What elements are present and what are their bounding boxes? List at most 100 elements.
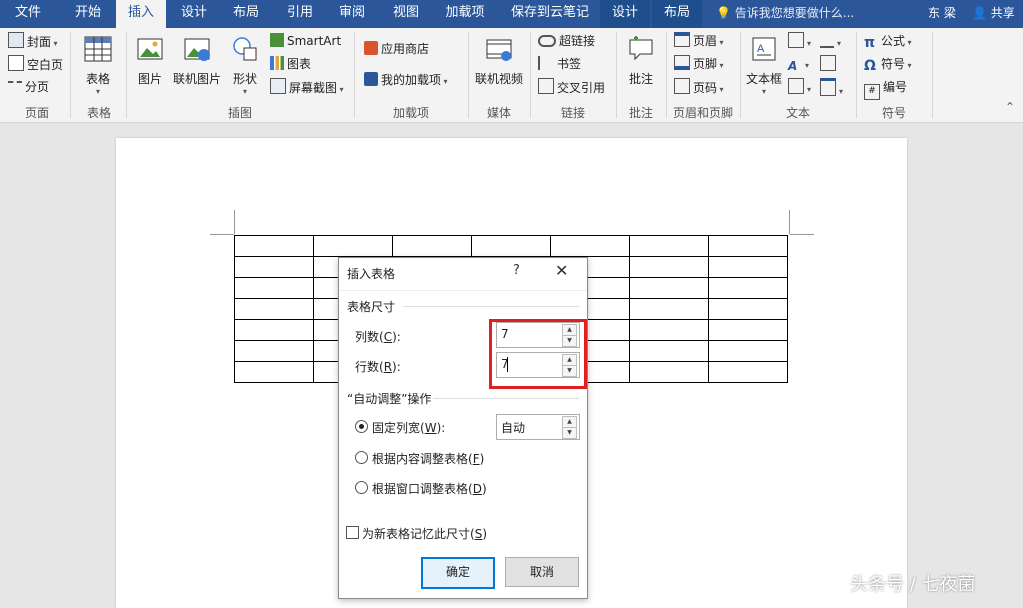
table-cell[interactable] xyxy=(629,319,709,341)
screenshot-button[interactable]: 屏幕截图 ▾ xyxy=(270,78,344,96)
tab-references[interactable]: 引用 xyxy=(276,0,324,28)
cross-reference-icon xyxy=(538,78,554,94)
tab-design[interactable]: 设计 xyxy=(170,0,218,28)
table-cell[interactable] xyxy=(234,319,314,341)
picture-button[interactable]: 图片 xyxy=(132,34,168,87)
table-cell[interactable] xyxy=(708,340,788,362)
cover-icon xyxy=(8,32,24,48)
date-time-button[interactable] xyxy=(820,55,839,73)
remember-size-checkbox[interactable] xyxy=(346,526,359,539)
header-button[interactable]: 页眉 ▾ xyxy=(674,32,724,50)
wordart-button[interactable]: A ▾ xyxy=(788,55,809,73)
fixed-width-value[interactable]: 自动 xyxy=(501,419,525,436)
close-icon[interactable]: ✕ xyxy=(555,261,568,280)
cancel-button[interactable]: 取消 xyxy=(505,557,579,587)
table-cell[interactable] xyxy=(234,277,314,299)
object-icon xyxy=(820,78,836,96)
table-cell[interactable] xyxy=(234,340,314,362)
smartart-button[interactable]: SmartArt xyxy=(270,32,341,50)
chart-button[interactable]: 图表 xyxy=(270,55,311,73)
online-video-button[interactable]: 联机视频 xyxy=(472,34,526,87)
insert-table-dialog: 插入表格 ? ✕ 表格尺寸 列数(C): 7 ▲ ▼ 行数(R): 7 ▲ ▼ … xyxy=(338,257,588,599)
share-button[interactable]: 👤 共享 xyxy=(972,0,1015,28)
my-addins-button[interactable]: 我的加载项 ▾ xyxy=(364,71,448,89)
object-button[interactable]: ▾ xyxy=(820,78,843,96)
table-row xyxy=(234,235,788,257)
bookmark-button[interactable]: 书签 xyxy=(538,55,581,73)
watermark: 头条号 / 七夜菌 xyxy=(850,574,976,595)
table-cell[interactable] xyxy=(234,256,314,278)
table-cell[interactable] xyxy=(629,256,709,278)
table-cell[interactable] xyxy=(234,361,314,383)
table-cell[interactable] xyxy=(708,298,788,320)
table-cell[interactable] xyxy=(708,235,788,257)
table-cell[interactable] xyxy=(708,319,788,341)
table-cell[interactable] xyxy=(471,235,551,257)
table-cell[interactable] xyxy=(629,340,709,362)
textbox-button[interactable]: A 文本框 ▾ xyxy=(744,34,784,96)
signature-line-button[interactable]: ▾ xyxy=(820,32,841,50)
table-size-section: 表格尺寸 xyxy=(347,300,396,314)
hyperlink-button[interactable]: 超链接 xyxy=(538,32,595,50)
tab-file[interactable]: 文件 xyxy=(0,0,56,28)
tab-layout[interactable]: 布局 xyxy=(222,0,270,28)
page-number-button[interactable]: 页码 ▾ xyxy=(674,78,724,96)
online-picture-button[interactable]: 联机图片 xyxy=(170,34,224,87)
shapes-button[interactable]: 形状 ▾ xyxy=(226,34,264,96)
group-divider xyxy=(740,32,741,118)
lightbulb-icon: 💡 xyxy=(716,6,731,20)
table-cell[interactable] xyxy=(708,277,788,299)
equation-button[interactable]: π 公式 ▾ xyxy=(864,32,912,51)
fixed-width-down-icon[interactable]: ▼ xyxy=(562,427,577,439)
collapse-ribbon-icon[interactable]: ⌃ xyxy=(1005,98,1015,116)
table-cell[interactable] xyxy=(550,235,630,257)
group-divider xyxy=(468,32,469,118)
video-icon xyxy=(486,39,512,61)
table-cell[interactable] xyxy=(234,235,314,257)
table-cell[interactable] xyxy=(629,235,709,257)
tab-addins[interactable]: 加载项 xyxy=(438,0,492,28)
drop-cap-button[interactable]: ▾ xyxy=(788,78,811,96)
drop-cap-icon xyxy=(788,78,804,94)
group-label-symbols: 符号 xyxy=(881,106,906,120)
table-cell[interactable] xyxy=(392,235,472,257)
table-button[interactable]: 表格 ▾ xyxy=(76,34,120,96)
group-label-comments: 批注 xyxy=(628,106,653,120)
store-button[interactable]: 应用商店 xyxy=(364,40,429,58)
tab-review[interactable]: 审阅 xyxy=(328,0,376,28)
table-cell[interactable] xyxy=(629,277,709,299)
share-label: 共享 xyxy=(990,6,1015,20)
page-break-icon xyxy=(8,81,22,93)
ok-button[interactable]: 确定 xyxy=(421,557,495,589)
fixed-width-radio[interactable] xyxy=(355,420,368,433)
table-cell[interactable] xyxy=(629,361,709,383)
numbering-button[interactable]: # 编号 xyxy=(864,78,907,100)
help-button[interactable]: ? xyxy=(513,263,520,278)
table-cell[interactable] xyxy=(708,361,788,383)
footer-button[interactable]: 页脚 ▾ xyxy=(674,55,724,73)
tab-view[interactable]: 视图 xyxy=(382,0,430,28)
autofit-window-radio[interactable] xyxy=(355,481,368,494)
table-cell[interactable] xyxy=(313,235,393,257)
signature-icon xyxy=(820,32,834,48)
comment-button[interactable]: 批注 xyxy=(620,34,662,87)
autofit-content-radio[interactable] xyxy=(355,451,368,464)
cover-page-button[interactable]: 封面 ▾ xyxy=(8,32,58,50)
tab-table-layout[interactable]: 布局 xyxy=(652,0,702,28)
blank-page-button[interactable]: 空白页 xyxy=(8,55,63,73)
cross-reference-button[interactable]: 交叉引用 xyxy=(538,78,605,96)
symbol-button[interactable]: Ω 符号 ▾ xyxy=(864,55,912,74)
table-cell[interactable] xyxy=(234,298,314,320)
page-break-button[interactable]: 分页 xyxy=(8,78,49,96)
tab-insert[interactable]: 插入 xyxy=(116,0,166,28)
table-cell[interactable] xyxy=(629,298,709,320)
fixed-width-stepper[interactable]: 自动 ▲ ▼ xyxy=(496,414,580,440)
user-name[interactable]: 东 梁 xyxy=(928,0,956,28)
bookmark-icon xyxy=(538,56,554,70)
tab-cloud-notes[interactable]: 保存到云笔记 xyxy=(504,0,596,28)
tab-home[interactable]: 开始 xyxy=(60,0,116,28)
tell-me-box[interactable]: 💡 告诉我您想要做什么... xyxy=(716,0,854,28)
quick-parts-button[interactable]: ▾ xyxy=(788,32,811,50)
tab-table-design[interactable]: 设计 xyxy=(600,0,650,28)
table-cell[interactable] xyxy=(708,256,788,278)
